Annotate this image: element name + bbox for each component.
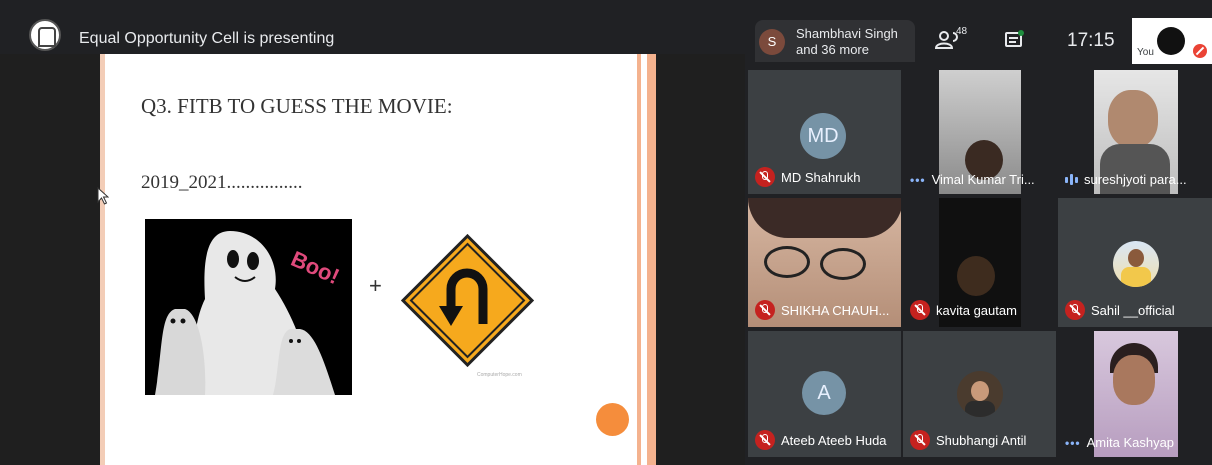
participant-avatar: S — [759, 29, 785, 55]
participant-tile[interactable]: kavita gautam — [903, 198, 1056, 327]
more-options-icon[interactable]: ••• — [910, 173, 926, 187]
presenter-logo — [29, 19, 61, 51]
participant-tile[interactable]: ••• Amita Kashyap — [1058, 331, 1212, 457]
participants-summary: Shambhavi Singh and 36 more — [796, 26, 898, 58]
participant-name: kavita gautam — [936, 302, 1017, 318]
participant-tile[interactable]: A Ateeb Ateeb Huda — [748, 331, 901, 457]
participant-name-row: Shubhangi Antil — [910, 430, 1026, 450]
people-count: 48 — [956, 26, 968, 37]
participants-grid: MD MD Shahrukh ••• Vimal Kumar Tri... su… — [748, 70, 1212, 465]
ghost-image: Boo! — [145, 219, 352, 395]
participant-name: sureshjyoti para... — [1084, 172, 1187, 187]
mic-off-icon — [910, 300, 930, 320]
participant-name-row: MD Shahrukh — [755, 167, 860, 187]
mic-off-icon — [755, 167, 775, 187]
participant-name: SHIKHA CHAUH... — [781, 302, 890, 318]
participant-name-row: Sahil __official — [1065, 300, 1175, 320]
plus-sign: + — [369, 273, 382, 298]
participant-name: MD Shahrukh — [781, 169, 861, 185]
u-turn-sign-icon — [401, 234, 534, 367]
participant-name: Shubhangi Antil — [936, 432, 1027, 448]
slide-decoration-dot — [596, 403, 629, 436]
speaking-indicator-icon — [1065, 174, 1078, 185]
participant-name-row: ••• Vimal Kumar Tri... — [910, 172, 1035, 187]
slide-border-right — [632, 54, 656, 465]
slide-hint: 2019_2021................ — [141, 172, 303, 193]
self-avatar — [1157, 27, 1185, 55]
mic-off-icon — [1065, 300, 1085, 320]
participant-tile[interactable]: ••• Vimal Kumar Tri... — [903, 70, 1056, 194]
participant-tile[interactable]: SHIKHA CHAUH... — [748, 198, 901, 327]
participant-name-row: kavita gautam — [910, 300, 1017, 320]
presenting-title: Equal Opportunity Cell is presenting — [79, 30, 335, 47]
chat-icon[interactable] — [1004, 30, 1026, 50]
slide-border-left — [100, 54, 105, 465]
participant-avatar — [957, 371, 1003, 417]
mic-off-icon — [910, 430, 930, 450]
participant-name-row: sureshjyoti para... — [1065, 172, 1187, 187]
self-view-label: You — [1137, 47, 1154, 58]
participant-avatar: A — [802, 371, 846, 415]
slide-question: Q3. FITB TO GUESS THE MOVIE: — [141, 94, 453, 118]
participant-name-row: SHIKHA CHAUH... — [755, 300, 889, 320]
participant-name: Sahil __official — [1091, 302, 1175, 318]
mouse-cursor-icon — [97, 187, 109, 205]
participant-name-row: Ateeb Ateeb Huda — [755, 430, 887, 450]
participants-summary-line2: and 36 more — [796, 42, 869, 57]
participant-tile[interactable]: sureshjyoti para... — [1058, 70, 1212, 194]
participant-name: Vimal Kumar Tri... — [931, 172, 1035, 187]
image-credit: ComputerHope.com — [477, 372, 522, 378]
participant-avatar: MD — [800, 113, 846, 159]
presentation-stage: Q3. FITB TO GUESS THE MOVIE: 2019_2021..… — [0, 54, 745, 465]
participant-avatar — [1113, 241, 1159, 287]
participant-name: Ateeb Ateeb Huda — [781, 432, 887, 448]
presentation-slide: Q3. FITB TO GUESS THE MOVIE: 2019_2021..… — [100, 54, 656, 465]
participant-tile[interactable]: Sahil __official — [1058, 198, 1212, 327]
participant-tile[interactable]: Shubhangi Antil — [903, 331, 1056, 457]
clock: 17:15 — [1067, 30, 1115, 51]
more-options-icon[interactable]: ••• — [1065, 436, 1081, 450]
mic-off-icon — [1193, 44, 1207, 58]
mic-off-icon — [755, 300, 775, 320]
self-view-tile[interactable]: You — [1132, 18, 1212, 64]
participant-tile[interactable]: MD MD Shahrukh — [748, 70, 901, 194]
participants-chip[interactable]: S Shambhavi Singh and 36 more — [755, 20, 915, 62]
mic-off-icon — [755, 430, 775, 450]
participant-name-row: ••• Amita Kashyap — [1065, 435, 1174, 450]
participants-summary-line1: Shambhavi Singh — [796, 26, 898, 41]
top-bar: Equal Opportunity Cell is presenting S S… — [0, 8, 1212, 64]
participant-name: Amita Kashyap — [1086, 435, 1175, 450]
